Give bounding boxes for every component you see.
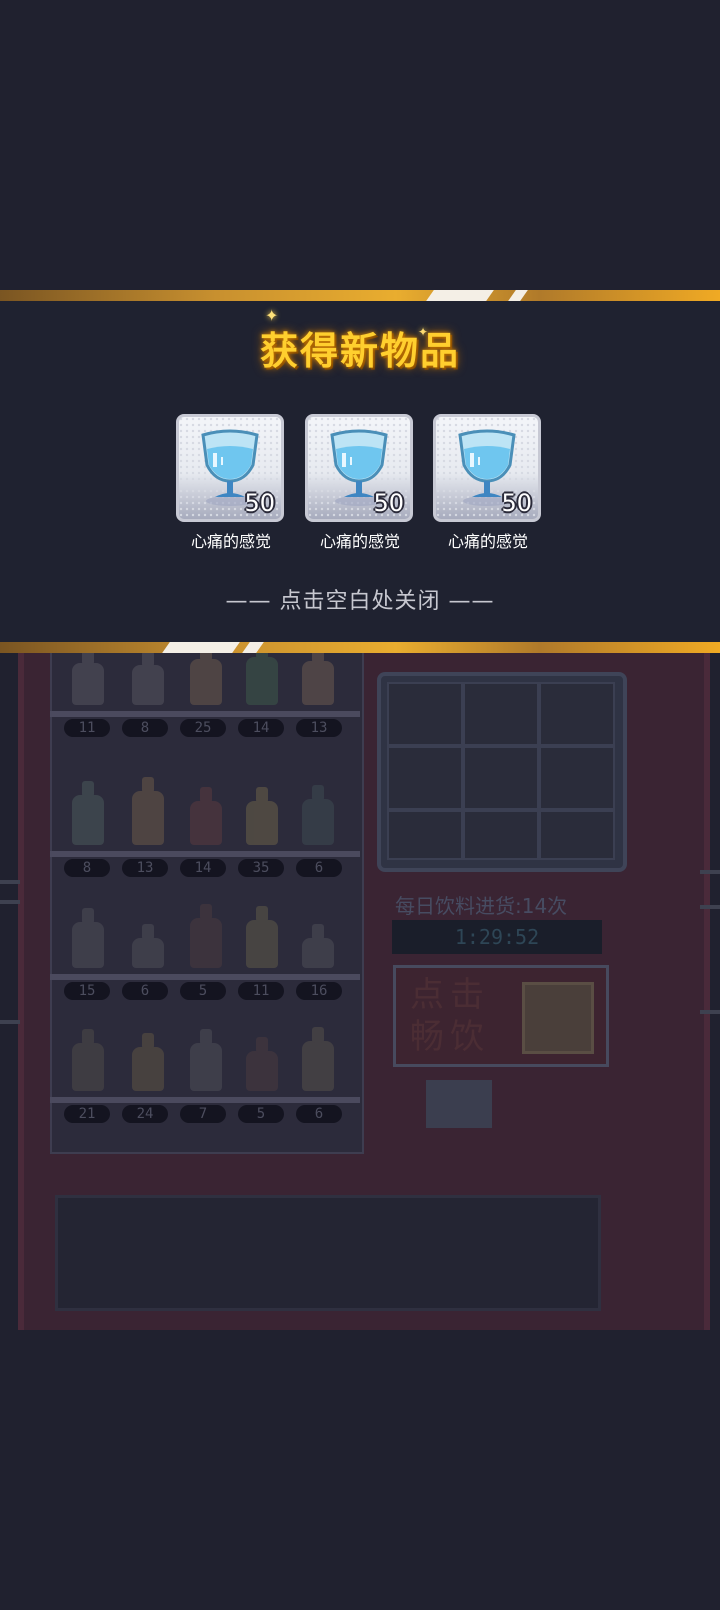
reward-title: 获得新物品 xyxy=(259,329,460,373)
drink-slot xyxy=(463,746,539,810)
shelf-row-4: 21 24 7 5 6 xyxy=(50,998,360,1123)
drink-bottle xyxy=(190,787,222,845)
drink-bottle xyxy=(302,1027,334,1091)
drink-bottle xyxy=(132,1033,164,1091)
drink-slot xyxy=(387,682,463,746)
drink-bottle xyxy=(72,908,104,968)
drink-bottle xyxy=(246,787,278,845)
edge-decoration xyxy=(0,880,20,884)
drink-bottle xyxy=(302,924,334,968)
drink-bottle xyxy=(190,904,222,968)
drink-play-button[interactable]: 点击畅饮 xyxy=(393,965,609,1067)
stock-count: 11 xyxy=(64,719,110,737)
shelf-bar xyxy=(50,711,360,717)
banner-top-border xyxy=(0,290,720,301)
item-frame: 50 xyxy=(176,414,284,522)
reward-item[interactable]: 50 xyxy=(176,414,284,522)
drink-bottle xyxy=(246,906,278,968)
drink-slot xyxy=(387,810,463,860)
stock-count: 8 xyxy=(122,719,168,737)
item-name: 心痛的感觉 xyxy=(190,532,271,551)
edge-decoration xyxy=(700,870,720,874)
item-frame: 50 xyxy=(433,414,541,522)
drink-bottle xyxy=(190,645,222,705)
item-count: 50 xyxy=(501,489,532,517)
qr-code-icon xyxy=(426,1080,492,1128)
drink-slot xyxy=(539,682,615,746)
item-name: 心痛的感觉 xyxy=(447,532,528,551)
game-screen[interactable]: 11 8 25 14 13 8 13 14 35 6 15 6 5 11 16 xyxy=(0,0,720,1610)
drink-slot xyxy=(539,746,615,810)
banner-bottom-border xyxy=(0,642,720,653)
drink-bottle xyxy=(132,924,164,968)
daily-restock-label: 每日饮料进货:14次 xyxy=(395,894,568,918)
drink-bottle xyxy=(72,649,104,705)
drink-bottle xyxy=(132,651,164,705)
edge-decoration xyxy=(700,1010,720,1014)
item-frame: 50 xyxy=(305,414,413,522)
restock-timer: 1:29:52 xyxy=(392,920,602,954)
stock-count: 14 xyxy=(238,719,284,737)
dispense-tray xyxy=(55,1195,601,1311)
shelf-bar xyxy=(50,1097,360,1103)
stock-count: 21 xyxy=(64,1105,110,1123)
edge-decoration xyxy=(0,1020,20,1024)
stock-count: 5 xyxy=(238,1105,284,1123)
item-count: 50 xyxy=(244,489,275,517)
drink-bottle xyxy=(132,777,164,845)
drink-bottle xyxy=(302,647,334,705)
featured-drinks-panel xyxy=(377,672,627,872)
edge-decoration xyxy=(0,900,20,904)
border-shine xyxy=(162,642,240,653)
shelf-bar xyxy=(50,974,360,980)
drink-slot xyxy=(463,682,539,746)
shelf-bar xyxy=(50,851,360,857)
drink-bottle xyxy=(246,643,278,705)
border-shine xyxy=(426,290,494,301)
stock-count: 13 xyxy=(296,719,342,737)
shelf-row-3: 15 6 5 11 16 xyxy=(50,875,360,1000)
reward-item[interactable]: 50 xyxy=(305,414,413,522)
drink-slot xyxy=(387,746,463,810)
drink-slot xyxy=(539,810,615,860)
drink-bottle xyxy=(190,1029,222,1091)
drink-bottle xyxy=(246,1037,278,1091)
stock-count: 6 xyxy=(296,1105,342,1123)
drink-bottle xyxy=(302,785,334,845)
stock-count: 7 xyxy=(180,1105,226,1123)
stock-count: 24 xyxy=(122,1105,168,1123)
close-hint[interactable]: —— 点击空白处关闭 —— xyxy=(0,583,720,615)
border-shine xyxy=(508,290,528,301)
item-name: 心痛的感觉 xyxy=(319,532,400,551)
shelf-row-2: 8 13 14 35 6 xyxy=(50,752,360,877)
video-play-icon xyxy=(522,982,594,1054)
stock-count: 25 xyxy=(180,719,226,737)
drink-slot xyxy=(463,810,539,860)
play-button-label: 点击畅饮 xyxy=(410,975,490,1057)
item-count: 50 xyxy=(373,489,404,517)
edge-decoration xyxy=(700,905,720,909)
border-shine xyxy=(242,642,264,653)
drink-bottle xyxy=(72,1029,104,1091)
reward-item[interactable]: 50 xyxy=(433,414,541,522)
drink-bottle xyxy=(72,781,104,845)
